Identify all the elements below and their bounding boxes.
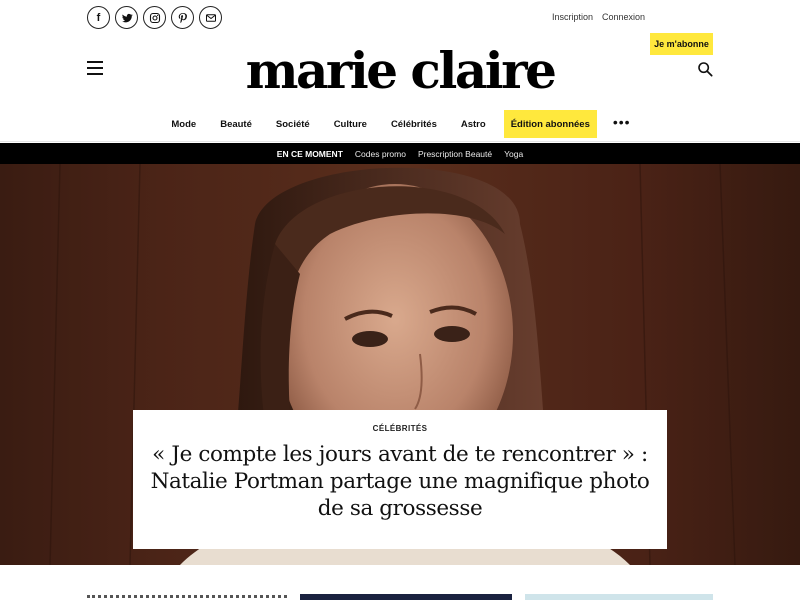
twitter-icon[interactable]: [115, 6, 138, 29]
trending-link-prescription-beaute[interactable]: Prescription Beauté: [418, 149, 492, 159]
signup-link[interactable]: Inscription: [552, 12, 593, 22]
site-logo[interactable]: marie claire: [0, 40, 800, 102]
nav-item-beaute[interactable]: Beauté: [208, 110, 264, 138]
nav-item-astro[interactable]: Astro: [449, 110, 498, 138]
trending-link-yoga[interactable]: Yoga: [504, 149, 523, 159]
trending-link-codes-promo[interactable]: Codes promo: [355, 149, 406, 159]
login-link[interactable]: Connexion: [602, 12, 645, 22]
facebook-icon[interactable]: f: [87, 6, 110, 29]
article-category[interactable]: CÉLÉBRITÉS: [133, 424, 667, 433]
search-icon[interactable]: [697, 61, 713, 77]
article-teaser-text[interactable]: [87, 595, 287, 599]
featured-article-card[interactable]: CÉLÉBRITÉS « Je compte les jours avant d…: [133, 410, 667, 549]
trending-label: EN CE MOMENT: [276, 148, 343, 159]
mail-icon[interactable]: [199, 6, 222, 29]
article-teaser-image[interactable]: [525, 594, 713, 600]
nav-item-edition-abonnees[interactable]: Édition abonnées: [503, 110, 597, 138]
trending-bar: EN CE MOMENT Codes promo Prescription Be…: [0, 143, 800, 164]
social-links: f: [87, 6, 222, 29]
pinterest-icon[interactable]: [171, 6, 194, 29]
nav-divider: [0, 141, 800, 142]
article-teaser-image[interactable]: [300, 594, 512, 600]
more-icon[interactable]: •••: [603, 114, 641, 134]
nav-item-celebrites[interactable]: Célébrités: [379, 110, 449, 138]
account-links: Inscription Connexion: [552, 12, 645, 22]
next-articles-strip: [0, 594, 800, 600]
nav-item-culture[interactable]: Culture: [322, 110, 379, 138]
instagram-icon[interactable]: [143, 6, 166, 29]
nav-item-mode[interactable]: Mode: [159, 110, 208, 138]
main-nav: Mode Beauté Société Culture Célébrités A…: [0, 110, 800, 138]
facebook-glyph: f: [96, 11, 101, 24]
nav-item-societe[interactable]: Société: [264, 110, 322, 138]
article-title[interactable]: « Je compte les jours avant de te rencon…: [140, 441, 660, 522]
